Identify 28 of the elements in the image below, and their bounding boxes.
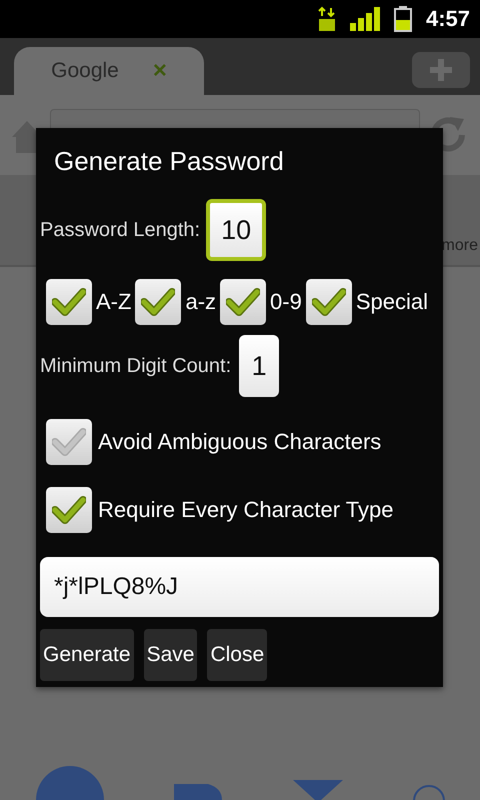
checkbox-label: 0-9 [270,289,302,315]
checkbox[interactable] [46,419,92,465]
checkbox[interactable] [220,279,266,325]
length-field[interactable]: 10 [206,199,266,261]
digit-count-field[interactable]: 1 [239,335,280,397]
password-field[interactable]: *j*lPLQ8%J [40,557,439,617]
tab-title: Google [51,59,119,83]
battery-icon [394,6,412,32]
signal-icon [350,7,380,31]
new-tab-button[interactable] [412,52,470,88]
dialog-button[interactable]: Close [207,629,268,681]
plus-icon [428,57,454,83]
checkbox[interactable] [306,279,352,325]
checkbox-label: a-z [185,289,216,315]
checkbox-label: Require Every Character Type [98,497,394,523]
clock: 4:57 [426,6,470,32]
checkbox-label: Avoid Ambiguous Characters [98,429,382,455]
dialog-button[interactable]: Save [144,629,198,681]
checkbox-label: A-Z [96,289,132,315]
field-label: Password Length: [40,218,200,242]
dialog-title: Generate Password [54,146,285,177]
checkbox[interactable] [135,279,182,325]
checkbox[interactable] [46,487,92,533]
checkbox[interactable] [46,279,92,325]
dialog-button[interactable]: Generate [40,629,134,681]
field-label: Minimum Digit Count: [40,354,232,378]
checkbox-label: Special [356,289,428,315]
data-network-icon [318,6,336,32]
